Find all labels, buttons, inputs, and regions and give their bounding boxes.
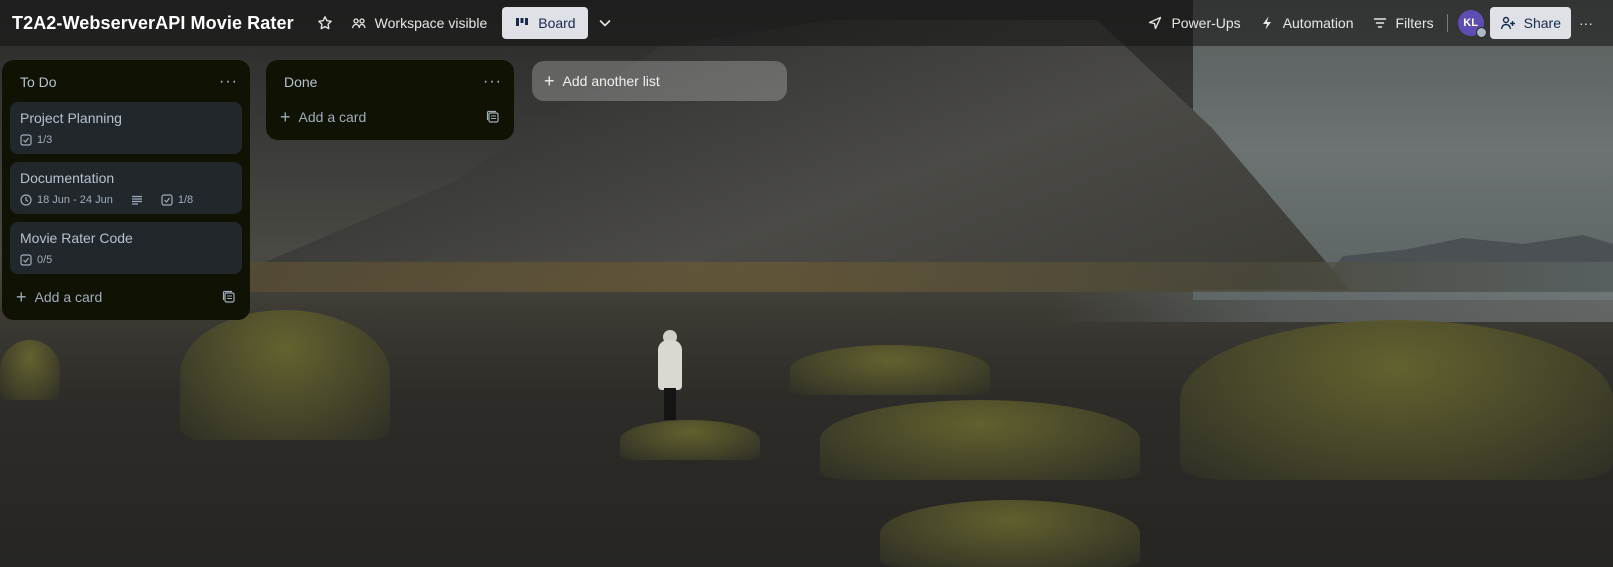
add-list-button[interactable]: + Add another list bbox=[532, 61, 787, 101]
plus-icon: + bbox=[280, 107, 291, 127]
plus-icon: + bbox=[16, 287, 27, 307]
add-list-label: Add another list bbox=[562, 73, 660, 89]
board-view-button[interactable]: Board bbox=[502, 7, 588, 39]
list-menu-button[interactable]: ··· bbox=[483, 73, 502, 91]
powerups-label: Power-Ups bbox=[1171, 15, 1241, 31]
checklist-badge: 1/3 bbox=[20, 134, 52, 146]
checklist-count: 1/8 bbox=[177, 194, 194, 206]
template-icon[interactable] bbox=[486, 110, 500, 124]
checklist-icon bbox=[161, 194, 173, 206]
background-dune bbox=[880, 500, 1140, 567]
card-title: Project Planning bbox=[20, 110, 122, 126]
share-button[interactable]: Share bbox=[1489, 7, 1571, 39]
filter-icon bbox=[1373, 18, 1386, 28]
background-water bbox=[1053, 292, 1613, 322]
checklist-badge: 0/5 bbox=[20, 254, 52, 266]
star-icon bbox=[317, 16, 332, 30]
share-label: Share bbox=[1523, 15, 1561, 31]
list-footer: + Add a card bbox=[274, 102, 506, 132]
list-to-do: To Do ··· Project Planning 1/3 Documenta… bbox=[2, 60, 250, 320]
background-dune bbox=[0, 340, 60, 400]
lightning-icon bbox=[1262, 16, 1271, 30]
background-dune bbox=[790, 345, 990, 395]
dates-text: 18 Jun - 24 Jun bbox=[37, 194, 113, 206]
board-title[interactable]: T2A2-WebserverAPI Movie Rater bbox=[12, 13, 294, 34]
list-title[interactable]: Done bbox=[284, 74, 317, 90]
plus-icon: + bbox=[544, 71, 555, 91]
background-dune bbox=[1180, 320, 1613, 480]
checklist-icon bbox=[20, 254, 32, 266]
background-dune bbox=[820, 400, 1140, 480]
card-title: Movie Rater Code bbox=[20, 230, 133, 246]
background-person bbox=[656, 330, 684, 420]
checklist-badge: 1/8 bbox=[161, 194, 193, 206]
description-icon bbox=[131, 195, 142, 205]
add-person-icon bbox=[1500, 16, 1515, 30]
avatar[interactable]: KL bbox=[1457, 10, 1487, 38]
add-card-label: Add a card bbox=[298, 109, 367, 125]
checklist-count: 0/5 bbox=[37, 254, 53, 266]
card-title: Documentation bbox=[20, 170, 115, 186]
list-title[interactable]: To Do bbox=[20, 74, 57, 90]
list-footer: + Add a card bbox=[10, 282, 242, 312]
clock-icon bbox=[20, 194, 32, 206]
card-badges: 1/3 bbox=[20, 134, 232, 146]
avatar-initials: KL bbox=[1463, 17, 1478, 29]
star-button[interactable] bbox=[308, 7, 342, 39]
visibility-label: Workspace visible bbox=[374, 15, 488, 31]
board-view-label: Board bbox=[538, 15, 576, 31]
more-icon: ··· bbox=[1579, 15, 1593, 31]
background-shore bbox=[200, 262, 1613, 292]
admin-badge-icon bbox=[1475, 27, 1487, 38]
visibility-button[interactable]: Workspace visible bbox=[342, 7, 497, 39]
filters-button[interactable]: Filters bbox=[1363, 7, 1443, 39]
add-card-label: Add a card bbox=[34, 289, 103, 305]
dates-badge: 18 Jun - 24 Jun bbox=[20, 194, 113, 206]
filters-label: Filters bbox=[1395, 15, 1434, 31]
automation-button[interactable]: Automation bbox=[1250, 7, 1363, 39]
card-documentation[interactable]: Documentation 18 Jun - 24 Jun 1/8 bbox=[10, 162, 242, 214]
checklist-count: 1/3 bbox=[37, 134, 53, 146]
list-header: To Do ··· bbox=[10, 68, 242, 96]
rocket-icon bbox=[1149, 16, 1162, 30]
description-badge bbox=[131, 194, 143, 206]
powerups-button[interactable]: Power-Ups bbox=[1138, 7, 1249, 39]
checklist-icon bbox=[20, 134, 32, 146]
card-badges: 18 Jun - 24 Jun 1/8 bbox=[20, 194, 232, 206]
card-badges: 0/5 bbox=[20, 254, 232, 266]
automation-label: Automation bbox=[1282, 15, 1354, 31]
card-project-planning[interactable]: Project Planning 1/3 bbox=[10, 102, 242, 154]
background-dune bbox=[620, 420, 760, 460]
list-menu-button[interactable]: ··· bbox=[219, 73, 238, 91]
list-done: Done ··· + Add a card bbox=[266, 60, 514, 140]
board-menu-button[interactable]: ··· bbox=[1571, 7, 1601, 39]
workspace-icon bbox=[351, 18, 366, 29]
header-divider bbox=[1446, 14, 1448, 32]
background-dune bbox=[180, 310, 390, 440]
add-card-button[interactable]: + Add a card bbox=[280, 108, 366, 126]
chevron-down-icon bbox=[599, 20, 610, 27]
board-header: T2A2-WebserverAPI Movie Rater Workspace … bbox=[0, 0, 1613, 46]
view-switcher-button[interactable] bbox=[588, 7, 622, 39]
board-icon bbox=[516, 18, 529, 26]
template-icon[interactable] bbox=[222, 290, 236, 304]
add-card-button[interactable]: + Add a card bbox=[16, 288, 102, 306]
card-movie-rater-code[interactable]: Movie Rater Code 0/5 bbox=[10, 222, 242, 274]
list-header: Done ··· bbox=[274, 68, 506, 96]
